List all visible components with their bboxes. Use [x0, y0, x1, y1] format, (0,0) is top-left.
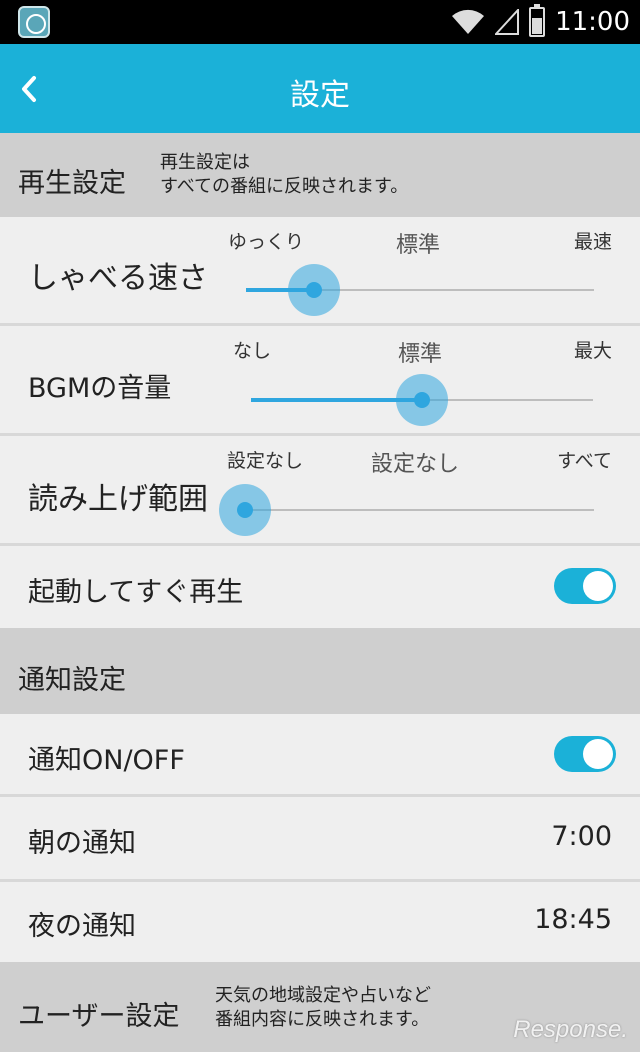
slider-thumb-dot [306, 282, 322, 298]
page-title: 設定 [290, 78, 350, 113]
section-description-line: 再生設定は [160, 152, 250, 173]
speech-speed-row: しゃべる速さ ゆっくり 標準 最速 [0, 217, 640, 324]
status-clock: 11:00 [555, 7, 630, 37]
signal-icon [495, 9, 520, 35]
bgm-volume-row: BGMの音量 なし 標準 最大 [0, 326, 640, 434]
section-title: 通知設定 [18, 665, 126, 696]
toggle-knob [583, 571, 613, 601]
evening-notification-time: 18:45 [534, 904, 612, 935]
section-description-line: 番組内容に反映されます。 [215, 1009, 430, 1030]
autoplay-toggle[interactable] [554, 568, 616, 604]
autoplay-row[interactable]: 起動してすぐ再生 [0, 546, 640, 628]
autoplay-label: 起動してすぐ再生 [28, 577, 244, 608]
slider-current-label: 標準 [396, 233, 441, 258]
section-description-line: すべての番組に反映されます。 [160, 176, 409, 197]
slider-current-label: 標準 [398, 342, 443, 367]
slider-max-label: すべて [557, 450, 612, 472]
app-bar: 設定 [0, 44, 640, 133]
slider-thumb-dot [414, 392, 430, 408]
read-range-label: 読み上げ範囲 [28, 482, 208, 517]
section-description: 天気の地域設定や占いなど 番組内容に反映されます。 [215, 984, 431, 1032]
status-bar: 11:00 [0, 0, 640, 44]
notification-section-header: 通知設定 [0, 628, 640, 714]
slider-min-label: 設定なし [227, 450, 304, 472]
status-icons: 11:00 [451, 4, 630, 40]
slider-max-label: 最大 [573, 340, 612, 362]
section-description-line: 天気の地域設定や占いなど [215, 985, 431, 1006]
slider-min-label: ゆっくり [228, 231, 305, 253]
slider-current-label: 設定なし [371, 452, 460, 477]
notification-toggle[interactable] [554, 736, 616, 772]
evening-notification-row[interactable]: 夜の通知 18:45 [0, 882, 640, 962]
morning-notification-row[interactable]: 朝の通知 7:00 [0, 797, 640, 879]
battery-icon [529, 4, 546, 37]
playback-section-header: 再生設定 再生設定は すべての番組に反映されます。 [0, 133, 640, 217]
section-title: 再生設定 [18, 168, 126, 199]
bgm-volume-label: BGMの音量 [28, 373, 172, 404]
slider-min-label: なし [233, 340, 272, 362]
evening-notification-label: 夜の通知 [28, 911, 136, 942]
section-description: 再生設定は すべての番組に反映されます。 [160, 151, 408, 199]
slider-max-label: 最速 [573, 231, 612, 253]
toggle-knob [583, 739, 613, 769]
speech-speed-label: しゃべる速さ [28, 261, 208, 296]
watermark: Response. [513, 1016, 628, 1043]
slider-track[interactable] [245, 509, 594, 511]
app-icon [18, 6, 50, 38]
section-title: ユーザー設定 [18, 1001, 180, 1032]
morning-notification-label: 朝の通知 [28, 828, 136, 859]
morning-notification-time: 7:00 [551, 821, 612, 852]
notification-toggle-row[interactable]: 通知ON/OFF [0, 714, 640, 794]
notification-toggle-label: 通知ON/OFF [28, 745, 185, 776]
slider-thumb-dot [237, 502, 253, 518]
wifi-icon [452, 9, 485, 35]
read-range-row: 読み上げ範囲 設定なし 設定なし すべて [0, 436, 640, 544]
